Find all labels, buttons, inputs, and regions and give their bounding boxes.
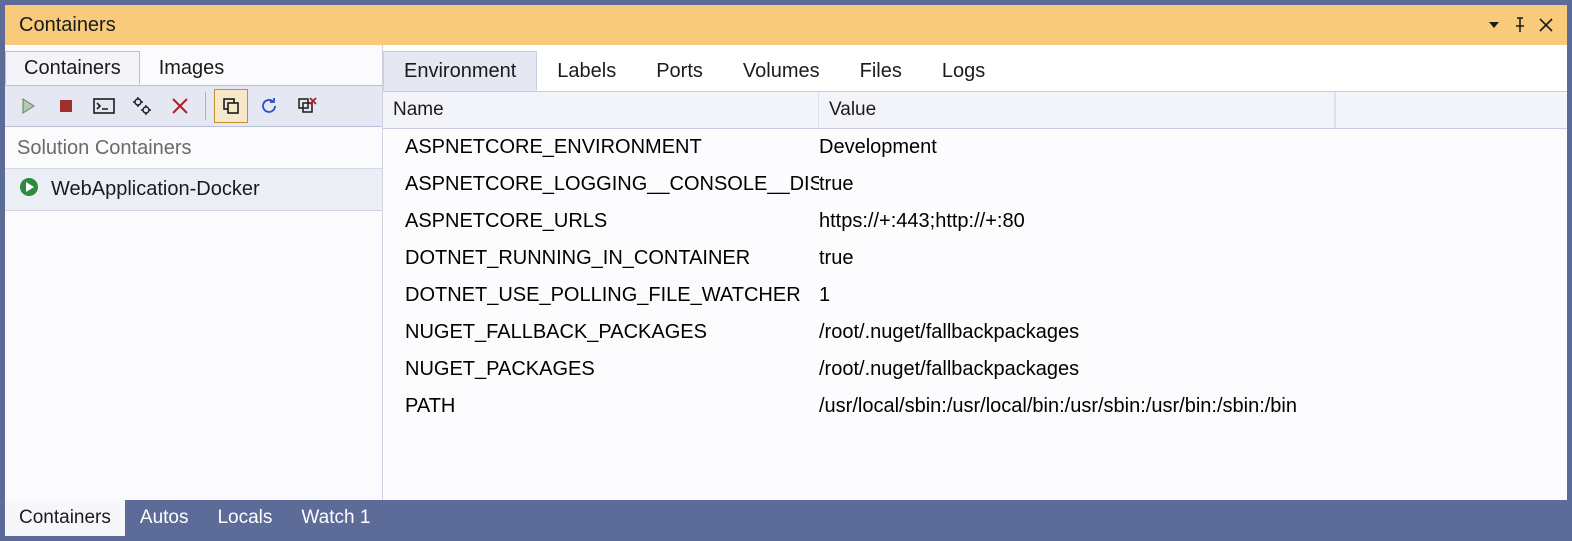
running-icon [19, 177, 39, 203]
pin-icon[interactable] [1507, 12, 1533, 38]
bottom-tabs: Containers Autos Locals Watch 1 [5, 500, 1567, 536]
container-item-label: WebApplication-Docker [51, 178, 260, 201]
tab-volumes[interactable]: Volumes [723, 51, 840, 91]
table-row[interactable]: NUGET_FALLBACK_PACKAGES/root/.nuget/fall… [405, 314, 1567, 351]
table-row[interactable]: DOTNET_RUNNING_IN_CONTAINERtrue [405, 240, 1567, 277]
table-row[interactable]: PATH/usr/local/sbin:/usr/local/bin:/usr/… [405, 388, 1567, 425]
terminal-icon[interactable] [87, 89, 121, 123]
delete-icon[interactable] [163, 89, 197, 123]
toolbar [5, 85, 382, 127]
tab-containers[interactable]: Containers [5, 51, 140, 85]
container-item[interactable]: WebApplication-Docker [5, 169, 382, 211]
prune-icon[interactable] [290, 89, 324, 123]
grid-body: ASPNETCORE_ENVIRONMENTDevelopment ASPNET… [383, 129, 1567, 500]
col-value[interactable]: Value [819, 92, 1335, 128]
titlebar: Containers [5, 5, 1567, 45]
stop-icon[interactable] [49, 89, 83, 123]
window-title: Containers [19, 14, 1481, 37]
window: Containers Containers Images [0, 0, 1572, 541]
grid-header: Name Value [383, 91, 1567, 129]
right-tabs: Environment Labels Ports Volumes Files L… [383, 45, 1567, 91]
window-menu-icon[interactable] [1481, 12, 1507, 38]
toolbar-separator [205, 92, 206, 120]
body: Containers Images [5, 45, 1567, 500]
bottom-tab-watch1[interactable]: Watch 1 [287, 500, 385, 536]
table-row[interactable]: ASPNETCORE_URLShttps://+:443;http://+:80 [405, 203, 1567, 240]
table-row[interactable]: ASPNETCORE_LOGGING__CONSOLE__DISA…true [405, 166, 1567, 203]
tab-images[interactable]: Images [140, 51, 244, 85]
tab-logs[interactable]: Logs [922, 51, 1005, 91]
section-label: Solution Containers [5, 127, 382, 169]
tab-ports[interactable]: Ports [636, 51, 723, 91]
refresh-icon[interactable] [252, 89, 286, 123]
close-icon[interactable] [1533, 12, 1559, 38]
table-row[interactable]: ASPNETCORE_ENVIRONMENTDevelopment [405, 129, 1567, 166]
copy-icon[interactable] [214, 89, 248, 123]
table-row[interactable]: NUGET_PACKAGES/root/.nuget/fallbackpacka… [405, 351, 1567, 388]
col-spacer [1335, 92, 1567, 128]
bottom-tab-containers[interactable]: Containers [5, 500, 126, 536]
tab-files[interactable]: Files [840, 51, 922, 91]
bottom-tab-autos[interactable]: Autos [126, 500, 204, 536]
tab-labels[interactable]: Labels [537, 51, 636, 91]
settings-icon[interactable] [125, 89, 159, 123]
table-row[interactable]: DOTNET_USE_POLLING_FILE_WATCHER1 [405, 277, 1567, 314]
play-icon[interactable] [11, 89, 45, 123]
col-name[interactable]: Name [383, 92, 819, 128]
left-tabs: Containers Images [5, 45, 382, 85]
bottom-tab-locals[interactable]: Locals [203, 500, 287, 536]
left-panel: Containers Images [5, 45, 383, 500]
tab-environment[interactable]: Environment [383, 51, 537, 91]
right-panel: Environment Labels Ports Volumes Files L… [383, 45, 1567, 500]
